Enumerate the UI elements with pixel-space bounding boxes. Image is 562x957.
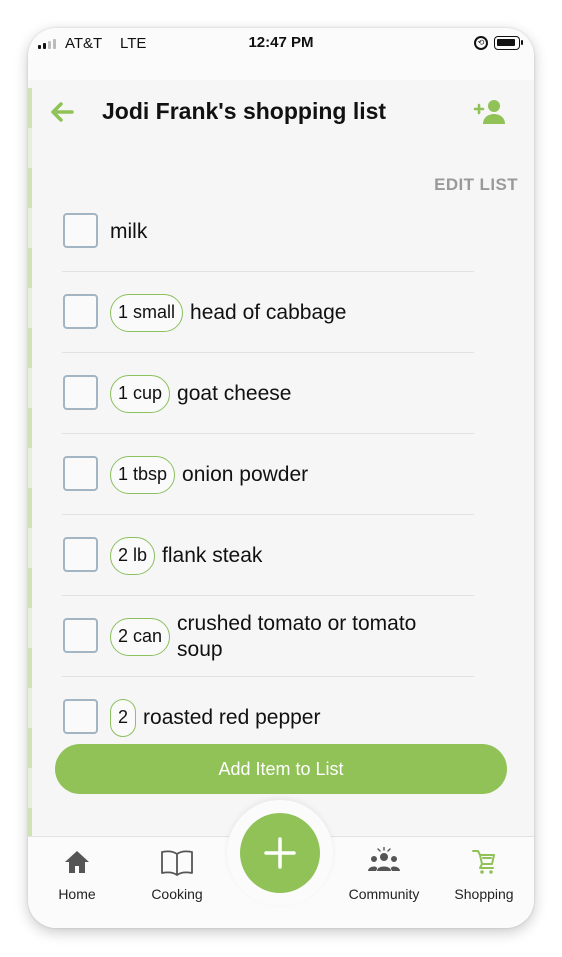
item-checkbox[interactable] (63, 699, 98, 734)
status-time: 12:47 PM (248, 34, 314, 51)
item-name: flank steak (162, 543, 263, 567)
item-name: roasted red pepper (143, 705, 321, 729)
nav-community[interactable]: Community (339, 847, 429, 902)
item-name: onion powder (182, 462, 309, 486)
add-person-icon (473, 100, 505, 124)
nav-shopping-label: Shopping (454, 886, 514, 902)
back-button[interactable] (46, 96, 78, 128)
item-name: goat cheese (177, 381, 292, 405)
item-checkbox[interactable] (63, 213, 98, 248)
phone-screen: AT&T LTE 12:47 PM ⟲ Jodi Frank's shoppin… (28, 28, 534, 928)
list-item: 2 lb flank steak (62, 515, 474, 596)
item-checkbox[interactable] (63, 456, 98, 491)
nav-shopping[interactable]: Shopping (439, 847, 529, 902)
nav-home-label: Home (58, 886, 96, 902)
status-bar: AT&T LTE 12:47 PM ⟲ (28, 28, 534, 80)
nav-community-label: Community (348, 886, 420, 902)
battery-icon (494, 36, 523, 50)
item-checkbox[interactable] (63, 294, 98, 329)
item-checkbox[interactable] (63, 537, 98, 572)
nav-cooking-label: Cooking (151, 886, 203, 902)
item-checkbox[interactable] (63, 375, 98, 410)
list-item: 1 small head of cabbage (62, 272, 474, 353)
list-item: 1 tbsp onion powder (62, 434, 474, 515)
quantity-chip: 2 (110, 698, 137, 737)
home-icon (65, 851, 89, 873)
quantity-chip: 2 can (110, 617, 171, 656)
quantity-chip: 1 tbsp (110, 455, 176, 494)
page-title: Jodi Frank's shopping list (102, 98, 387, 124)
item-name: head of cabbage (190, 300, 347, 324)
community-icon (368, 847, 400, 871)
item-name: milk (110, 219, 148, 243)
add-item-button[interactable]: Add Item to List (55, 744, 507, 794)
plus-icon (264, 837, 296, 869)
quantity-chip: 1 small (110, 293, 184, 332)
item-name: crushed tomato or tomato soup (177, 611, 417, 661)
edge-accent (28, 88, 32, 848)
list-item: 2 can crushed tomato or tomato soup (62, 596, 474, 677)
list-item: 1 cup goat cheese (62, 353, 474, 434)
list-item: milk (62, 191, 474, 272)
nav-home[interactable]: Home (32, 847, 122, 902)
add-user-button[interactable] (472, 98, 508, 126)
quantity-chip: 2 lb (110, 536, 156, 575)
quantity-chip: 1 cup (110, 374, 171, 413)
book-icon (161, 850, 193, 876)
create-fab-button[interactable] (240, 813, 320, 893)
item-checkbox[interactable] (63, 618, 98, 653)
nav-cooking[interactable]: Cooking (132, 847, 222, 902)
rotation-lock-icon: ⟲ (474, 36, 488, 50)
app-header: Jodi Frank's shopping list (28, 80, 534, 146)
shopping-list: milk 1 small head of cabbage 1 cup goat … (62, 191, 474, 758)
arrow-left-icon (51, 102, 74, 122)
cart-icon (472, 850, 495, 874)
